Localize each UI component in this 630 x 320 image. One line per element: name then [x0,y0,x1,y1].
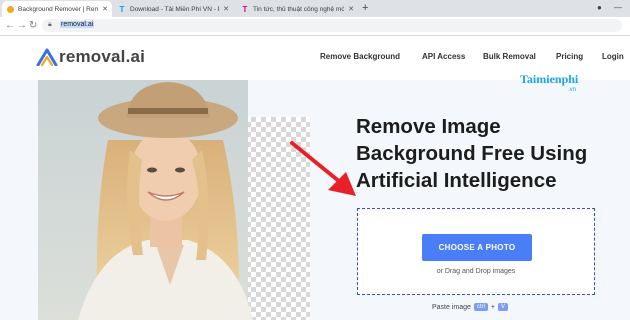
paste-hint: Paste image ctrl + V [432,303,509,311]
tab-search-icon[interactable]: ● [597,3,602,12]
ctrl-key: ctrl [473,303,488,311]
url-text: removal.ai [60,21,95,28]
nav-login[interactable]: Login [602,52,624,61]
close-icon[interactable]: ✕ [102,5,108,13]
plus-sign: + [490,303,496,311]
tab-title: Download - Tải Miễn Phí VN - P [130,5,220,13]
address-bar[interactable]: 🔒︎ removal.ai [42,19,622,32]
nav-pricing[interactable]: Pricing [556,52,583,61]
headline-line: Artificial Intelligence [356,169,557,192]
browser-tab-bar: Background Remover | Remove B ✕ T Downlo… [0,0,630,17]
reload-icon[interactable]: ↻ [29,20,37,31]
watermark-brand: Taimienphi [520,72,579,86]
browser-toolbar: ← → ↻ 🔒︎ removal.ai [0,17,630,36]
tab-title: Tin tức, thủ thuật công nghệ mới [253,5,345,13]
nav-remove-background[interactable]: Remove Background [320,52,400,61]
nav-api-access[interactable]: API Access [422,52,465,61]
logo-text[interactable]: removal.ai [59,47,145,67]
removal-favicon-icon [7,5,14,13]
choose-photo-button[interactable]: CHOOSE A PHOTO [422,234,532,261]
news-favicon-icon: T [242,4,248,14]
upload-dropzone[interactable]: CHOOSE A PHOTO or Drag and Drop images [357,208,595,295]
back-icon[interactable]: ← [5,20,15,31]
removal-logo-icon[interactable] [36,48,58,66]
woman-photo [38,80,253,320]
minimize-icon[interactable]: — [614,3,622,12]
hero-headline: Remove Image Background Free Using Artif… [356,113,626,194]
tab-news[interactable]: T Tin tức, thủ thuật công nghệ mới ✕ [236,1,358,17]
headline-line: Background Free Using [356,142,588,165]
drag-drop-text: or Drag and Drop images [436,268,516,275]
forward-icon[interactable]: → [17,20,27,31]
watermark-suffix: .vn [568,87,577,93]
close-icon[interactable]: ✕ [348,5,354,13]
tab-title: Background Remover | Remove B [18,5,99,13]
lock-icon[interactable]: 🔒︎ [48,21,52,29]
close-icon[interactable]: ✕ [223,5,229,13]
headline-line: Remove Image [356,115,501,138]
tab-download[interactable]: T Download - Tải Miễn Phí VN - P ✕ [113,1,233,17]
v-key: V [498,303,509,311]
taimienphi-favicon-icon: T [119,4,125,14]
paste-label: Paste image [432,303,471,311]
new-tab-button[interactable]: + [362,2,368,14]
nav-bulk-removal[interactable]: Bulk Removal [483,52,536,61]
tab-background-remover[interactable]: Background Remover | Remove B ✕ [2,1,112,17]
